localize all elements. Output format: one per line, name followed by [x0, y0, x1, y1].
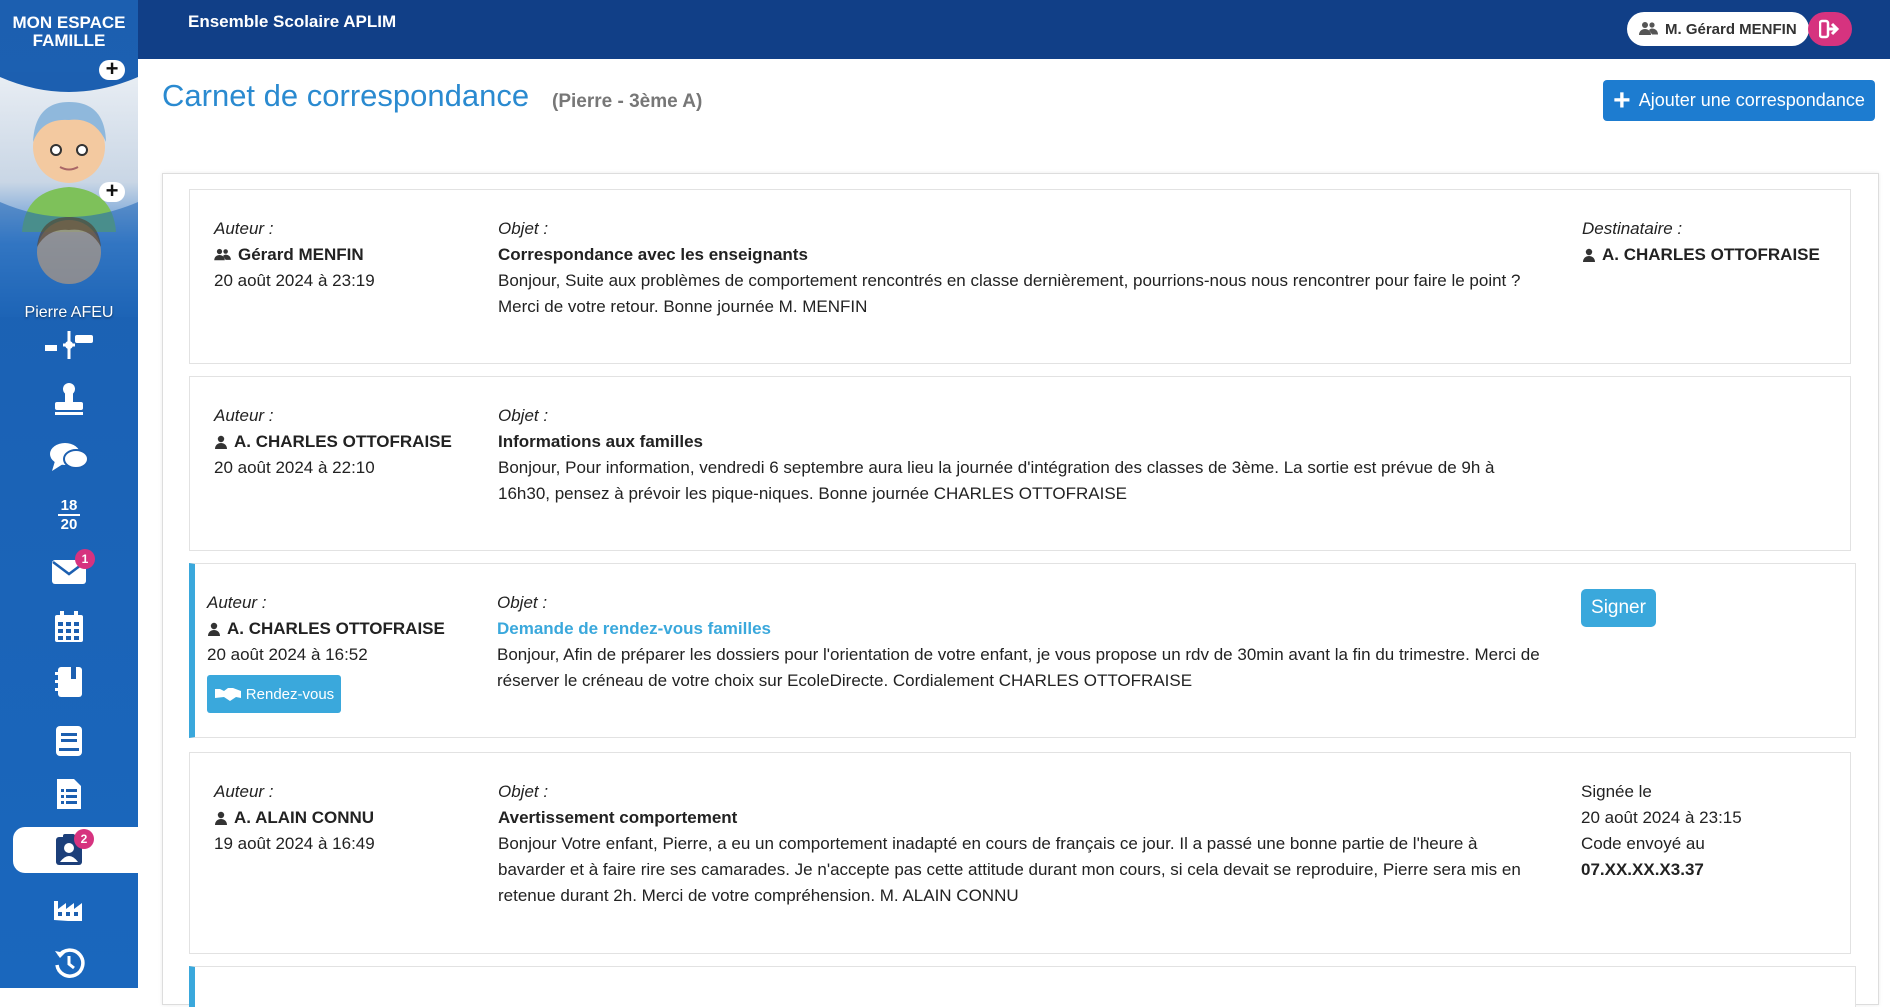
stamp-icon	[53, 382, 85, 416]
correspondence-card	[189, 966, 1856, 1007]
correspondence-card: Auteur : Gérard MENFIN 20 août 2024 à 23…	[189, 189, 1851, 364]
nav-notes[interactable]: 18 20	[0, 492, 138, 538]
correspondence-card: Auteur : A. ALAIN CONNU 19 août 2024 à 1…	[189, 752, 1851, 954]
author-name: A. CHARLES OTTOFRAISE	[234, 432, 452, 451]
subject-label: Objet :	[497, 593, 548, 612]
appointment-button[interactable]: Rendez-vous	[207, 675, 341, 713]
notebook-icon	[55, 666, 83, 698]
add-parent-button[interactable]: +	[99, 58, 125, 80]
teacher-icon	[214, 811, 228, 825]
correspondence-badge: 2	[74, 829, 94, 849]
phone-number: 07.XX.XX.X3.37	[1581, 860, 1704, 879]
users-icon	[214, 248, 232, 262]
entry-body: Bonjour, Afin de préparer les dossiers p…	[497, 645, 1540, 690]
top-bar: Ensemble Scolaire APLIM M. Gérard MENFIN	[0, 0, 1890, 59]
author-name: A. ALAIN CONNU	[234, 808, 375, 827]
author-label: Auteur :	[214, 782, 274, 801]
entry-body: Bonjour, Pour information, vendredi 6 se…	[498, 458, 1495, 503]
document-list-icon	[56, 778, 82, 810]
recipient-label: Destinataire :	[1582, 219, 1683, 238]
entry-subject: Correspondance avec les enseignants	[498, 245, 808, 264]
logout-button[interactable]	[1808, 12, 1852, 46]
nav-messages[interactable]	[0, 434, 138, 480]
nav-cantine[interactable]	[0, 885, 138, 931]
users-icon	[1639, 21, 1659, 37]
appointment-label: Rendez-vous	[245, 685, 335, 703]
code-sent-label: Code envoyé au	[1581, 834, 1705, 853]
teacher-icon	[214, 435, 228, 449]
entry-body: Bonjour, Suite aux problèmes de comporte…	[498, 271, 1521, 316]
entry-subject: Avertissement comportement	[498, 808, 738, 827]
logout-icon	[1819, 19, 1841, 39]
entry-subject-link[interactable]: Demande de rendez-vous familles	[497, 616, 1547, 642]
teacher-icon	[207, 622, 221, 636]
child-name: Pierre AFEU	[24, 304, 114, 321]
add-child-button[interactable]: +	[99, 180, 125, 202]
chat-icon	[49, 441, 89, 473]
sidebar: MON ESPACE FAMILLE + + Pierre AFEU 18 20…	[0, 0, 138, 988]
handshake-icon	[214, 686, 242, 702]
student-class-label: (Pierre - 3ème A)	[552, 91, 703, 112]
user-name: M. Gérard MENFIN	[1665, 20, 1797, 38]
entry-date: 20 août 2024 à 23:19	[214, 271, 375, 290]
nav-calendar[interactable]	[0, 604, 138, 650]
correspondence-card-unsigned: Auteur : A. CHARLES OTTOFRAISE 20 août 2…	[189, 563, 1856, 738]
mail-badge: 1	[75, 549, 95, 569]
subject-label: Objet :	[498, 219, 549, 238]
entry-subject: Informations aux familles	[498, 432, 703, 451]
grades-icon: 18 20	[58, 498, 80, 532]
sign-button[interactable]: Signer	[1581, 589, 1656, 627]
page-title: Carnet de correspondance	[162, 78, 530, 113]
timeline-icon	[45, 329, 93, 361]
author-name: Gérard MENFIN	[238, 245, 364, 264]
entry-date: 20 août 2024 à 16:52	[207, 645, 368, 664]
nav-vie-scolaire[interactable]	[0, 376, 138, 422]
add-correspondence-button[interactable]: + Ajouter une correspondance	[1603, 80, 1875, 121]
author-label: Auteur :	[207, 593, 267, 612]
nav-historique[interactable]	[0, 940, 138, 986]
book-icon	[55, 725, 83, 757]
entry-body: Bonjour Votre enfant, Pierre, a eu un co…	[498, 834, 1521, 905]
nav-cahier-de-textes[interactable]	[0, 659, 138, 705]
author-name: A. CHARLES OTTOFRAISE	[227, 619, 445, 638]
avatar-panel[interactable]: + + Pierre AFEU	[0, 58, 138, 321]
signed-label: Signée le	[1581, 782, 1652, 801]
teacher-icon	[1582, 248, 1596, 262]
history-icon	[53, 947, 85, 979]
nav-mail[interactable]: 1	[0, 549, 138, 595]
add-correspondence-label: Ajouter une correspondance	[1638, 90, 1865, 110]
nav-documents[interactable]	[0, 771, 138, 817]
correspondence-card: Auteur : A. CHARLES OTTOFRAISE 20 août 2…	[189, 376, 1851, 551]
nav-carnet-correspondance[interactable]: 2	[13, 827, 138, 873]
nav-manuels[interactable]	[0, 718, 138, 764]
recipient-name: A. CHARLES OTTOFRAISE	[1602, 245, 1820, 264]
subject-label: Objet :	[498, 782, 549, 801]
subject-label: Objet :	[498, 406, 549, 425]
school-name: Ensemble Scolaire APLIM	[188, 12, 397, 31]
entry-date: 19 août 2024 à 16:49	[214, 834, 375, 853]
entry-date: 20 août 2024 à 22:10	[214, 458, 375, 477]
user-menu-button[interactable]: M. Gérard MENFIN	[1627, 12, 1809, 46]
signed-date: 20 août 2024 à 23:15	[1581, 808, 1742, 827]
plus-icon: +	[1613, 83, 1631, 117]
brand-logo: MON ESPACE FAMILLE	[12, 13, 126, 50]
calendar-icon	[54, 611, 84, 643]
author-label: Auteur :	[214, 406, 274, 425]
author-label: Auteur :	[214, 219, 274, 238]
nav-timeline[interactable]	[0, 322, 138, 368]
factory-icon	[53, 895, 85, 921]
